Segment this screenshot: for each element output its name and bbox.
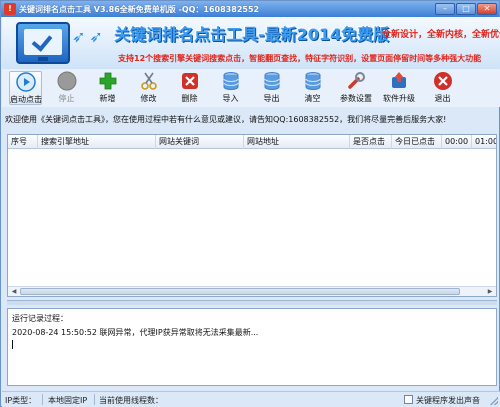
edit-button[interactable]: 修改 (132, 71, 165, 105)
banner-tagline: 全新设计，全新内核，全新优化 (382, 30, 500, 40)
banner-subtitle: 支持12个搜索引擎关键词搜索点击，智能翻页查找，特征字符识别，设置页面停留时间等… (118, 54, 482, 63)
log-entry: 2020-08-24 15:50:52 联网异常，代理IP获异常取将无法采集最新… (12, 328, 259, 337)
settings-button[interactable]: 参数设置 (337, 71, 375, 105)
title-bar: ! 关键词排名点击工具 V3.86全新免费单机版 -QQ：1608382552 … (1, 1, 499, 17)
start-click-button[interactable]: 启动点击 (9, 71, 42, 105)
add-label: 新增 (99, 94, 116, 103)
scroll-left-arrow-icon[interactable]: ◀ (9, 288, 19, 296)
settings-label: 参数设置 (340, 94, 372, 103)
birds-decoration-icon: ➶➶ (72, 27, 107, 46)
status-bar: IP类型： 本地固定IP 当前使用线程数： 关键程序发出声音 (2, 391, 500, 407)
upgrade-button[interactable]: 软件升级 (380, 71, 418, 105)
delete-icon (181, 73, 198, 89)
column-header-hour-01[interactable]: 01:00 (472, 135, 496, 149)
database-clear-icon (305, 72, 320, 90)
exit-button[interactable]: 退出 (426, 71, 459, 105)
sound-label: 关键程序发出声音 (416, 396, 480, 405)
status-divider (42, 394, 43, 405)
ip-type-label: IP类型： (5, 396, 37, 405)
log-title: 运行记录过程： (12, 314, 68, 323)
upgrade-icon (392, 72, 406, 88)
banner-title: 关键词排名点击工具-最新2014免费版 (114, 25, 390, 44)
column-header-hour-00[interactable]: 00:00 (442, 135, 472, 149)
ip-type-value: 本地固定IP (48, 396, 88, 405)
column-header-clicked[interactable]: 是否点击 (350, 135, 392, 149)
thread-count-label: 当前使用线程数： (99, 396, 163, 405)
upgrade-label: 软件升级 (383, 94, 415, 103)
scissors-icon (140, 72, 157, 90)
text-caret (12, 340, 13, 349)
column-header-keyword[interactable]: 网站关键词 (156, 135, 244, 149)
app-window: ! 关键词排名点击工具 V3.86全新免费单机版 -QQ：1608382552 … (0, 0, 500, 407)
window-controls: – □ ✕ (435, 3, 497, 15)
welcome-message: 欢迎使用《关键词点击工具》，您在使用过程中若有什么意见或建议，请告知QQ:160… (5, 115, 447, 124)
add-button[interactable]: 新增 (91, 71, 124, 105)
exit-icon (433, 72, 452, 90)
close-button[interactable]: ✕ (477, 3, 497, 15)
column-header-site-url[interactable]: 网站地址 (244, 135, 350, 149)
stop-icon (57, 71, 76, 91)
stop-button[interactable]: 停止 (50, 71, 83, 105)
import-label: 导入 (222, 94, 239, 103)
exit-label: 退出 (434, 94, 451, 103)
import-button[interactable]: 导入 (214, 71, 247, 105)
start-click-label: 启动点击 (10, 95, 42, 104)
play-icon (15, 72, 36, 92)
plus-icon (99, 72, 116, 90)
column-header-index[interactable]: 序号 (8, 135, 38, 149)
stop-label: 停止 (58, 94, 75, 103)
resize-grip-icon[interactable] (490, 397, 498, 405)
edit-label: 修改 (140, 94, 157, 103)
database-import-icon (223, 72, 238, 90)
database-export-icon (264, 72, 279, 90)
maximize-button[interactable]: □ (456, 3, 476, 15)
app-banner: ➶➶ 关键词排名点击工具-最新2014免费版 全新设计，全新内核，全新优化 支持… (2, 17, 500, 69)
keyword-table[interactable]: 序号 搜索引擎地址 网站关键词 网站地址 是否点击 今日已点击 00:00 01… (7, 134, 497, 297)
toolbar: 启动点击 停止 新增 修改 删除 导入 导出 清空 参数设置 软件升级 退出 (2, 69, 500, 107)
table-horizontal-scrollbar[interactable]: ◀ ▶ (8, 286, 496, 296)
minimize-button[interactable]: – (435, 3, 455, 15)
app-icon: ! (4, 3, 16, 15)
export-label: 导出 (263, 94, 280, 103)
status-divider (94, 394, 95, 405)
clear-label: 清空 (304, 94, 321, 103)
scrollbar-thumb[interactable] (20, 288, 460, 295)
wrench-icon (348, 72, 365, 89)
export-button[interactable]: 导出 (255, 71, 288, 105)
run-log-panel[interactable]: 运行记录过程： 2020-08-24 15:50:52 联网异常，代理IP获异常… (7, 308, 497, 386)
delete-label: 删除 (181, 94, 198, 103)
window-title: 关键词排名点击工具 V3.86全新免费单机版 -QQ：1608382552 (19, 4, 260, 14)
column-header-search-engine[interactable]: 搜索引擎地址 (38, 135, 156, 149)
scroll-right-arrow-icon[interactable]: ▶ (485, 288, 495, 296)
table-header: 序号 搜索引擎地址 网站关键词 网站地址 是否点击 今日已点击 00:00 01… (8, 135, 496, 149)
sound-checkbox[interactable] (404, 395, 413, 404)
clear-button[interactable]: 清空 (296, 71, 329, 105)
panel-splitter[interactable] (7, 300, 497, 305)
column-header-today-clicks[interactable]: 今日已点击 (392, 135, 442, 149)
monitor-check-logo-icon (16, 22, 70, 64)
delete-button[interactable]: 删除 (173, 71, 206, 105)
